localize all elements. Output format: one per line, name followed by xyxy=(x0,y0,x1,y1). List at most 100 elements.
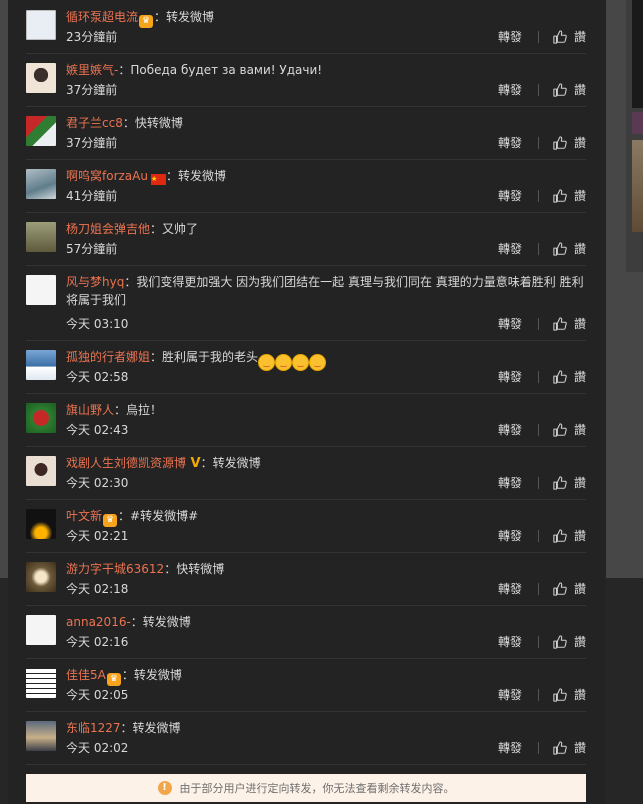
like-button[interactable]: 讚 xyxy=(553,368,586,385)
repost-item: 戏剧人生刘德凯资源博 V：转发微博 今天 02:30 轉發 讚 xyxy=(26,446,586,500)
thumbs-up-icon xyxy=(553,687,567,702)
avatar[interactable] xyxy=(26,615,56,645)
avatar[interactable] xyxy=(26,222,56,252)
repost-actions: 轉發 讚 xyxy=(498,739,586,756)
action-divider xyxy=(537,423,539,436)
avatar[interactable] xyxy=(26,275,56,305)
avatar[interactable] xyxy=(26,63,56,93)
warning-icon: ! xyxy=(157,781,172,795)
like-button[interactable]: 讚 xyxy=(553,240,586,257)
forward-button[interactable]: 轉發 xyxy=(498,240,522,257)
repost-item: 杨刀姐会弹吉他：又帅了 57分鐘前 轉發 讚 xyxy=(26,212,586,266)
action-divider xyxy=(537,83,539,96)
action-divider xyxy=(537,189,539,202)
repost-actions: 轉發 讚 xyxy=(498,580,586,597)
avatar[interactable] xyxy=(26,403,56,433)
member-badge-icon: ♛ xyxy=(106,673,121,686)
forward-button[interactable]: 轉發 xyxy=(498,633,522,650)
emoji-icon: ‿ xyxy=(275,354,293,371)
forward-button[interactable]: 轉發 xyxy=(498,134,522,151)
timestamp: 今天 02:05 xyxy=(66,688,129,702)
repost-item: 游力字干城63612：快转微博 今天 02:18 轉發 讚 xyxy=(26,552,586,606)
repost-text: ：转发微博 xyxy=(121,668,182,682)
avatar[interactable] xyxy=(26,509,56,539)
like-button[interactable]: 讚 xyxy=(553,315,586,332)
user-name-link[interactable]: 佳佳5A xyxy=(66,668,106,682)
user-name-link[interactable]: 杨刀姐会弹吉他 xyxy=(66,222,150,236)
forward-button[interactable]: 轉發 xyxy=(498,580,522,597)
like-button[interactable]: 讚 xyxy=(553,28,586,45)
repost-item: 循环泵超电流 ♛ ：转发微博 23分鐘前 轉發 讚 xyxy=(26,0,586,54)
china-flag-icon: ★ xyxy=(150,174,166,185)
repost-actions: 轉發 讚 xyxy=(498,474,586,491)
forward-button[interactable]: 轉發 xyxy=(498,315,522,332)
avatar[interactable] xyxy=(26,116,56,146)
forward-button[interactable]: 轉發 xyxy=(498,739,522,756)
member-badge-icon: ♛ xyxy=(139,15,154,28)
user-name-link[interactable]: 游力字干城63612 xyxy=(66,562,164,576)
user-name-link[interactable]: 君子兰cc8 xyxy=(66,116,123,130)
avatar[interactable] xyxy=(26,721,56,751)
forward-button[interactable]: 轉發 xyxy=(498,81,522,98)
user-name-link[interactable]: 循环泵超电流 xyxy=(66,10,138,24)
repost-item: 风与梦hyq：我们变得更加强大 因为我们团结在一起 真理与我们同在 真理的力量意… xyxy=(26,265,586,341)
repost-text: ：转发微博 xyxy=(130,615,191,629)
user-name-link[interactable]: 戏剧人生刘德凯资源博 xyxy=(66,456,186,470)
repost-content: 叶文新 ♛ ：#转发微博# xyxy=(66,507,586,527)
like-button[interactable]: 讚 xyxy=(553,81,586,98)
forward-button[interactable]: 轉發 xyxy=(498,527,522,544)
emoji-icon: ‿ xyxy=(292,354,310,371)
like-button[interactable]: 讚 xyxy=(553,633,586,650)
repost-text: ：快转微博 xyxy=(122,116,183,130)
timestamp: 今天 02:02 xyxy=(66,741,129,755)
like-label: 讚 xyxy=(573,242,586,256)
like-button[interactable]: 讚 xyxy=(553,134,586,151)
like-button[interactable]: 讚 xyxy=(553,527,586,544)
like-button[interactable]: 讚 xyxy=(553,474,586,491)
avatar[interactable] xyxy=(26,10,56,40)
thumbs-up-icon xyxy=(553,135,567,150)
side-image xyxy=(632,0,643,108)
like-button[interactable]: 讚 xyxy=(553,739,586,756)
user-name-link[interactable]: 孤独的行者娜姐 xyxy=(66,350,150,364)
like-label: 讚 xyxy=(573,635,586,649)
like-button[interactable]: 讚 xyxy=(553,421,586,438)
user-name-link[interactable]: 嫉里嫉气- xyxy=(66,63,118,77)
user-name-link[interactable]: 风与梦hyq xyxy=(66,275,124,289)
avatar[interactable] xyxy=(26,562,56,592)
user-name-link[interactable]: 东临1227 xyxy=(66,721,121,735)
avatar[interactable] xyxy=(26,668,56,698)
action-divider xyxy=(537,582,539,595)
like-label: 讚 xyxy=(573,423,586,437)
forward-button[interactable]: 轉發 xyxy=(498,368,522,385)
avatar[interactable] xyxy=(26,456,56,486)
thumbs-up-icon xyxy=(553,528,567,543)
user-name-link[interactable]: 啊呜窝forzaAu xyxy=(66,169,148,183)
repost-content: 杨刀姐会弹吉他：又帅了 xyxy=(66,220,586,238)
repost-item: 佳佳5A ♛ ：转发微博今天 02:05 轉發 讚 xyxy=(26,658,586,712)
like-button[interactable]: 讚 xyxy=(553,187,586,204)
action-divider xyxy=(537,741,539,754)
thumbs-up-icon xyxy=(553,241,567,256)
forward-button[interactable]: 轉發 xyxy=(498,686,522,703)
avatar[interactable] xyxy=(26,350,56,380)
timestamp: 今天 03:10 xyxy=(66,317,129,331)
forward-button[interactable]: 轉發 xyxy=(498,474,522,491)
forward-button[interactable]: 轉發 xyxy=(498,187,522,204)
user-name-link[interactable]: 旗山野人 xyxy=(66,403,114,417)
user-name-link[interactable]: 叶文新 xyxy=(66,509,102,523)
avatar[interactable] xyxy=(26,169,56,199)
repost-content: 循环泵超电流 ♛ ：转发微博 xyxy=(66,8,586,28)
like-label: 讚 xyxy=(573,136,586,150)
restricted-notice: ! 由于部分用户进行定向转发，你无法查看剩余转发内容。 xyxy=(26,774,586,802)
forward-button[interactable]: 轉發 xyxy=(498,28,522,45)
repost-text: ：转发微博 xyxy=(154,10,215,24)
like-label: 讚 xyxy=(573,741,586,755)
repost-actions: 轉發 讚 xyxy=(498,315,586,332)
forward-button[interactable]: 轉發 xyxy=(498,421,522,438)
like-button[interactable]: 讚 xyxy=(553,686,586,703)
user-name-link[interactable]: anna2016- xyxy=(66,615,131,629)
side-image xyxy=(632,140,643,232)
emoji-icon: ‿ xyxy=(258,354,276,371)
like-button[interactable]: 讚 xyxy=(553,580,586,597)
